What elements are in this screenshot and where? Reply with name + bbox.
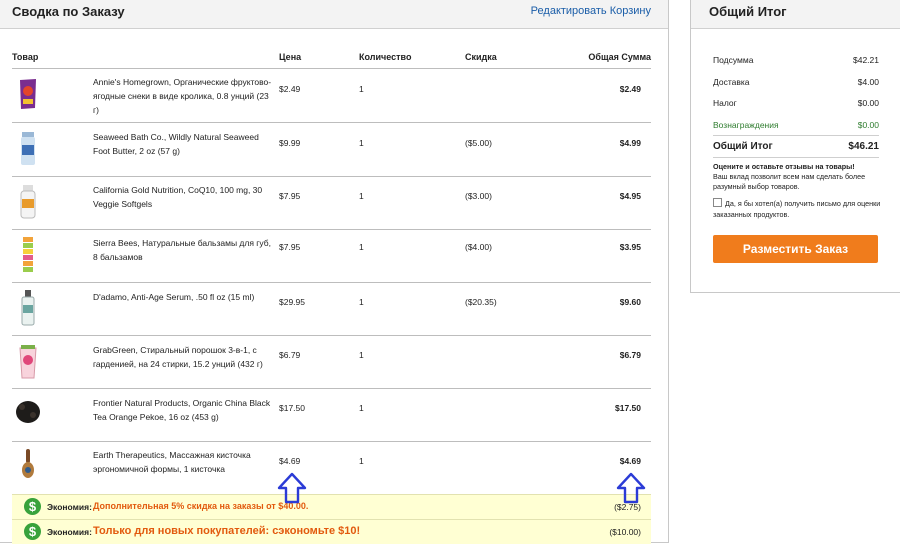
item-total: $4.95 [619, 191, 641, 201]
product-name[interactable]: Annie's Homegrown, Органические фруктово… [93, 75, 273, 117]
rewards-label: Вознаграждения [713, 120, 779, 130]
table-row: Sierra Bees, Натуральные бальзамы для гу… [12, 229, 651, 283]
shipping-value: $4.00 [857, 77, 879, 87]
pill-bottle-icon [20, 185, 36, 219]
savings-label: Экономия: [47, 502, 92, 512]
column-header-total: Общая Сумма [588, 52, 651, 62]
order-summary-header: Сводка по Заказу Редактировать Корзину [0, 0, 668, 29]
item-price: $7.95 [279, 191, 301, 201]
savings-description: Только для новых покупателей: сэкономьте… [93, 525, 361, 537]
item-quantity: 1 [359, 191, 364, 201]
item-price: $6.79 [279, 350, 301, 360]
item-price: $2.49 [279, 84, 301, 94]
column-header-discount: Скидка [465, 52, 497, 62]
product-name[interactable]: GrabGreen, Стиральный порошок 3-в-1, с г… [93, 343, 273, 371]
dollar-icon: $ [24, 523, 41, 540]
item-discount: ($5.00) [465, 138, 492, 148]
item-quantity: 1 [359, 242, 364, 252]
detergent-tub-icon [19, 345, 37, 379]
item-discount: ($20.35) [465, 297, 497, 307]
product-name[interactable]: California Gold Nutrition, CoQ10, 100 mg… [93, 183, 273, 211]
savings-amount: ($10.00) [609, 527, 641, 537]
item-total: $17.50 [615, 403, 641, 413]
column-header-quantity: Количество [359, 52, 412, 62]
rewards-value: $0.00 [857, 120, 879, 130]
item-price: $9.99 [279, 138, 301, 148]
tax-line: Налог $0.00 [713, 98, 879, 108]
review-heading: Оцените и оставьте отзывы на товары! [713, 162, 855, 171]
table-row: Seaweed Bath Co., Wildly Natural Seaweed… [12, 122, 651, 176]
table-row: Frontier Natural Products, Organic China… [12, 388, 651, 442]
subtotal-label: Подсумма [713, 55, 754, 65]
savings-label: Экономия: [47, 527, 92, 537]
place-order-button[interactable]: Разместить Заказ [713, 235, 878, 263]
table-row: Earth Therapeutics, Массажная кисточка э… [12, 441, 651, 495]
arrow-up-icon [277, 472, 307, 504]
review-email-option: Да, я бы хотел(а) получить письмо для оц… [713, 198, 881, 220]
item-quantity: 1 [359, 456, 364, 466]
grand-total-line: Общий Итог $46.21 [713, 141, 879, 152]
item-quantity: 1 [359, 350, 364, 360]
table-row: Annie's Homegrown, Органические фруктово… [12, 68, 651, 122]
snack-pouch-icon [20, 79, 36, 109]
shipping-line: Доставка $4.00 [713, 77, 879, 87]
item-total: $2.49 [619, 84, 641, 94]
order-summary-panel: Сводка по Заказу Редактировать Корзину Т… [0, 0, 669, 544]
item-quantity: 1 [359, 403, 364, 413]
tax-label: Налог [713, 98, 737, 108]
edit-cart-link[interactable]: Редактировать Корзину [531, 5, 651, 17]
divider [713, 157, 879, 158]
item-price: $7.95 [279, 242, 301, 252]
tax-value: $0.00 [857, 98, 879, 108]
review-text: Ваш вклад позволит всем нам сделать боле… [713, 172, 866, 191]
item-price: $4.69 [279, 456, 301, 466]
subtotal-value: $42.21 [853, 55, 879, 65]
item-total: $4.69 [619, 456, 641, 466]
table-row: D'adamo, Anti-Age Serum, .50 fl oz (15 m… [12, 282, 651, 336]
item-total: $6.79 [619, 350, 641, 360]
savings-row: $ Экономия: Только для новых покупателей… [12, 519, 651, 544]
item-quantity: 1 [359, 138, 364, 148]
item-total: $4.99 [619, 138, 641, 148]
item-price: $17.50 [279, 403, 305, 413]
item-total: $9.60 [619, 297, 641, 307]
jar-icon [21, 132, 35, 165]
massage-brush-icon [22, 449, 34, 478]
product-name[interactable]: Seaweed Bath Co., Wildly Natural Seaweed… [93, 130, 273, 158]
tea-leaves-icon [16, 401, 40, 423]
item-quantity: 1 [359, 84, 364, 94]
rewards-line: Вознаграждения $0.00 [713, 120, 879, 130]
serum-bottle-icon [21, 290, 35, 326]
product-name[interactable]: Frontier Natural Products, Organic China… [93, 396, 273, 424]
review-email-checkbox[interactable] [713, 198, 722, 207]
grand-total-title: Общий Итог [709, 4, 787, 19]
page-title: Сводка по Заказу [12, 4, 125, 19]
shipping-label: Доставка [713, 77, 750, 87]
item-quantity: 1 [359, 297, 364, 307]
item-price: $29.95 [279, 297, 305, 307]
review-email-label[interactable]: Да, я бы хотел(а) получить письмо для оц… [713, 199, 880, 219]
dollar-icon: $ [24, 498, 41, 515]
lip-balm-icon [23, 237, 33, 272]
product-name[interactable]: Sierra Bees, Натуральные бальзамы для гу… [93, 236, 273, 264]
grand-total-header: Общий Итог [691, 0, 900, 29]
column-header-product: Товар [12, 52, 39, 62]
grand-total-value: $46.21 [848, 141, 879, 152]
item-total: $3.95 [619, 242, 641, 252]
grand-total-panel: Общий Итог Подсумма $42.21 Доставка $4.0… [690, 0, 900, 293]
product-name[interactable]: D'adamo, Anti-Age Serum, .50 fl oz (15 m… [93, 290, 273, 304]
table-row: California Gold Nutrition, CoQ10, 100 mg… [12, 176, 651, 230]
column-header-price: Цена [279, 52, 302, 62]
table-row: GrabGreen, Стиральный порошок 3-в-1, с г… [12, 335, 651, 389]
subtotal-line: Подсумма $42.21 [713, 55, 879, 65]
arrow-up-icon [616, 472, 646, 504]
product-name[interactable]: Earth Therapeutics, Массажная кисточка э… [93, 448, 273, 476]
divider [713, 135, 879, 136]
item-discount: ($4.00) [465, 242, 492, 252]
item-discount: ($3.00) [465, 191, 492, 201]
savings-row: $ Экономия: Дополнительная 5% скидка на … [12, 494, 651, 519]
grand-total-label: Общий Итог [713, 141, 773, 152]
